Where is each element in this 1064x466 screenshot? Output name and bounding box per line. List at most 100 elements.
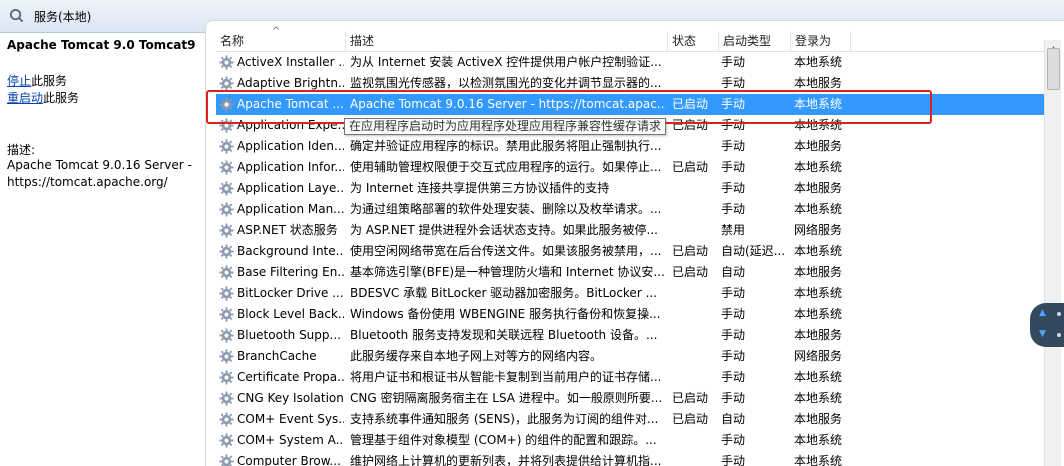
service-name-cell: CNG Key Isolation (237, 391, 344, 405)
service-row[interactable]: COM+ Event Sys... 支持系统事件通知服务 (SENS)，此服务为订… (216, 409, 1056, 430)
service-name-cell: Application Expe... (237, 118, 344, 132)
service-startup-type-cell: 手动 (721, 181, 746, 195)
service-logon-cell: 本地服务 (794, 76, 843, 90)
service-name-cell: COM+ System A... (237, 433, 344, 447)
service-startup-type-cell: 手动 (721, 118, 746, 132)
service-row[interactable]: COM+ System A... 管理基于组件对象模型 (COM+) 的组件的配置… (216, 430, 1056, 451)
service-description-cell: 确定并验证应用程序的标识。禁用此服务将阻止强制执行... (350, 139, 662, 153)
service-row[interactable]: Application Iden... 确定并验证应用程序的标识。禁用此服务将阻止… (216, 136, 1056, 157)
table-header: 名称 描述 状态 启动类型 登录为 (216, 22, 1056, 52)
service-status-cell: 已启动 (672, 265, 709, 279)
service-gear-icon (219, 307, 234, 322)
service-row[interactable]: BitLocker Drive ... BDESVC 承载 BitLocker 驱… (216, 283, 1056, 304)
nav-down-arrow-icon[interactable]: ▼ (1039, 329, 1046, 339)
restart-service-link[interactable]: 重启动 (7, 91, 43, 105)
column-header-logon-as[interactable]: 登录为 (791, 31, 851, 52)
service-name-cell: ActiveX Installer ... (237, 55, 344, 69)
service-logon-cell: 本地系统 (794, 244, 843, 258)
service-logon-cell: 本地服务 (794, 181, 843, 195)
service-row[interactable]: Application Man... 为通过组策略部署的软件处理安装、删除以及枚举… (216, 199, 1056, 220)
service-logon-cell: 本地系统 (794, 118, 843, 132)
service-row[interactable]: CNG Key Isolation CNG 密钥隔离服务宿主在 LSA 进程中。如… (216, 388, 1056, 409)
description-tooltip: 在应用程序启动时为应用程序处理应用程序兼容性缓存请求 (344, 118, 667, 135)
service-description-cell: Bluetooth 服务支持发现和关联远程 Bluetooth 设备。... (350, 328, 658, 342)
service-startup-type-cell: 手动 (721, 139, 746, 153)
nav-dot-icon (1057, 312, 1061, 316)
service-row[interactable]: Bluetooth Supp... Bluetooth 服务支持发现和关联远程 B… (216, 325, 1056, 346)
service-description-cell: CNG 密钥隔离服务宿主在 LSA 进程中。如一般原则所要... (350, 391, 663, 405)
service-row[interactable]: Adaptive Brightn... 监视氛围光传感器，以检测氛围光的变化并调节… (216, 73, 1056, 94)
column-header-description[interactable]: 描述 (346, 31, 668, 52)
service-description-cell: 监视氛围光传感器，以检测氛围光的变化并调节显示器的... (350, 76, 662, 90)
service-name-cell: COM+ Event Sys... (237, 412, 344, 426)
service-logon-cell: 本地系统 (794, 286, 843, 300)
service-row[interactable]: Computer Brow... 维护网络上计算机的更新列表，并将列表提供给计算机… (216, 451, 1056, 466)
service-row[interactable]: Application Laye... 为 Internet 连接共享提供第三方协… (216, 178, 1056, 199)
service-logon-cell: 本地系统 (794, 391, 843, 405)
service-row[interactable]: BranchCache 此服务缓存来自本地子网上对等方的网络内容。 手动 网络服务 (216, 346, 1056, 367)
service-logon-cell: 本地服务 (794, 139, 843, 153)
service-name-cell: Application Iden... (237, 139, 344, 153)
service-row[interactable]: Application Infor... 使用辅助管理权限便于交互式应用程序的运行… (216, 157, 1056, 178)
nav-up-arrow-icon[interactable]: ▲ (1039, 308, 1046, 318)
service-startup-type-cell: 手动 (721, 286, 746, 300)
service-name-cell: Apache Tomcat ... (237, 97, 344, 111)
window-title: 服务(本地) (34, 10, 92, 24)
service-row[interactable]: ASP.NET 状态服务为 ASP.NET 提供进程外会话状态支持。如果此服务被… (216, 220, 1056, 241)
service-startup-type-cell: 自动(延迟... (721, 244, 786, 258)
stop-service-link[interactable]: 停止 (7, 74, 31, 88)
service-gear-icon (219, 454, 234, 466)
service-gear-icon (219, 349, 234, 364)
service-description-cell: 管理基于组件对象模型 (COM+) 的组件的配置和跟踪。... (350, 433, 657, 447)
service-gear-icon (219, 370, 234, 385)
service-logon-cell: 本地系统 (794, 97, 843, 111)
service-description-cell: 将用户证书和根证书从智能卡复制到当前用户的证书存储... (350, 370, 662, 384)
service-row[interactable]: Certificate Propa... 将用户证书和根证书从智能卡复制到当前用户… (216, 367, 1056, 388)
selected-service-title: Apache Tomcat 9.0 Tomcat9 (7, 38, 196, 52)
service-gear-icon (219, 391, 234, 406)
service-description-cell: Apache Tomcat 9.0.16 Server - https://to… (350, 97, 666, 111)
service-logon-cell: 本地系统 (794, 370, 843, 384)
service-logon-cell: 本地服务 (794, 265, 843, 279)
column-header-status[interactable]: 状态 (668, 31, 719, 52)
service-gear-icon (219, 181, 234, 196)
service-gear-icon (219, 160, 234, 175)
vertical-scrollbar[interactable]: ▲ (1044, 40, 1061, 466)
description-label: 描述: (7, 143, 36, 157)
service-row[interactable]: Apache Tomcat ... Apache Tomcat 9.0.16 Se… (216, 94, 1056, 115)
service-description-cell: 为通过组策略部署的软件处理安装、删除以及枚举请求。... (350, 202, 662, 216)
service-status-cell: 已启动 (672, 118, 709, 132)
service-logon-cell: 本地系统 (794, 202, 843, 216)
service-logon-cell: 本地服务 (794, 328, 843, 342)
service-name-cell: Base Filtering En... (237, 265, 344, 279)
service-startup-type-cell: 禁用 (721, 223, 746, 237)
service-startup-type-cell: 手动 (721, 160, 746, 174)
column-header-startup-type[interactable]: 启动类型 (719, 31, 791, 52)
service-row[interactable]: Background Inte... 使用空闲网络带宽在后台传送文件。如果该服务被… (216, 241, 1056, 262)
service-description-cell: 为 ASP.NET 提供进程外会话状态支持。如果此服务被停... (350, 223, 658, 237)
service-startup-type-cell: 手动 (721, 349, 746, 363)
service-description-cell: 此服务缓存来自本地子网上对等方的网络内容。 (350, 349, 603, 363)
service-startup-type-cell: 手动 (721, 55, 746, 69)
service-startup-type-cell: 手动 (721, 202, 746, 216)
service-description-cell: Windows 备份使用 WBENGINE 服务执行备份和恢复操... (350, 307, 661, 321)
service-gear-icon (219, 244, 234, 259)
stop-service-line: 停止此服务 (7, 72, 67, 89)
service-startup-type-cell: 手动 (721, 433, 746, 447)
service-startup-type-cell: 手动 (721, 454, 746, 466)
services-table-body: ActiveX Installer ... 为从 Internet 安装 Acti… (216, 52, 1056, 466)
service-row[interactable]: ActiveX Installer ... 为从 Internet 安装 Acti… (216, 52, 1056, 73)
service-gear-icon (219, 76, 234, 91)
service-gear-icon (219, 202, 234, 217)
service-row[interactable]: Base Filtering En... 基本筛选引擎(BFE)是一种管理防火墙和… (216, 262, 1056, 283)
service-gear-icon (219, 265, 234, 280)
service-status-cell: 已启动 (672, 97, 709, 111)
service-logon-cell: 本地系统 (794, 433, 843, 447)
column-header-name[interactable]: 名称 (216, 22, 346, 52)
service-startup-type-cell: 手动 (721, 307, 746, 321)
service-row[interactable]: Block Level Back... Windows 备份使用 WBENGINE… (216, 304, 1056, 325)
service-startup-type-cell: 自动 (721, 265, 746, 279)
service-description-cell: 维护网络上计算机的更新列表，并将列表提供给计算机指... (350, 454, 662, 466)
scrollbar-thumb[interactable] (1047, 48, 1060, 90)
floating-nav-widget[interactable]: ▲ ▼ (1030, 303, 1064, 347)
